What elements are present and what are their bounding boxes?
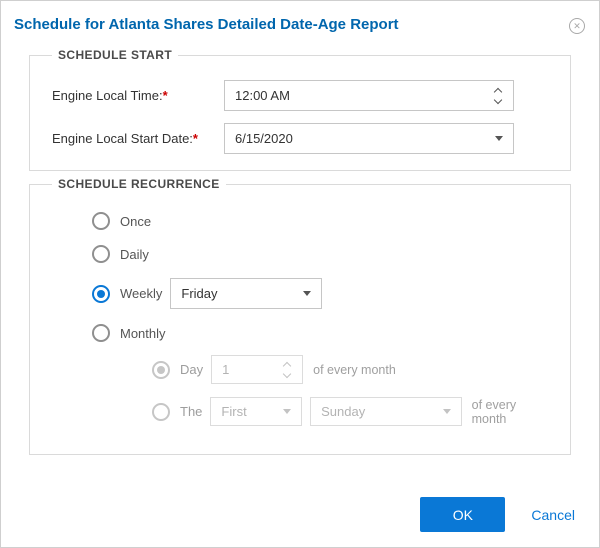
weekly-radio[interactable]	[92, 284, 110, 303]
cancel-link[interactable]: Cancel	[531, 507, 575, 523]
monthly-the-option: The First Sunday of every month	[152, 397, 554, 426]
engine-local-time-row: Engine Local Time:* 12:00 AM	[52, 80, 554, 111]
stepper-up-icon[interactable]	[493, 87, 503, 96]
monthly-day-suffix: of every month	[313, 362, 396, 377]
engine-local-start-date-dropdown[interactable]: 6/15/2020	[224, 123, 514, 154]
chevron-down-icon	[495, 136, 503, 141]
stepper-up-icon	[282, 361, 292, 370]
radio-dot	[157, 408, 165, 416]
monthly-day-option: Day 1 of every month	[152, 355, 554, 384]
monthly-day-radio[interactable]	[152, 360, 170, 379]
ok-button[interactable]: OK	[420, 497, 506, 532]
engine-local-time-value: 12:00 AM	[235, 88, 290, 103]
once-radio[interactable]	[92, 212, 110, 230]
dialog-footer: OK Cancel	[420, 497, 575, 532]
schedule-dialog: Schedule for Atlanta Shares Detailed Dat…	[0, 0, 600, 548]
schedule-recurrence-section: SCHEDULE RECURRENCE Once Daily Weekly Fr…	[29, 177, 571, 455]
radio-dot	[97, 289, 105, 298]
weekly-day-dropdown[interactable]: Friday	[170, 278, 323, 309]
daily-label: Daily	[120, 246, 149, 262]
chevron-down-icon	[283, 409, 292, 414]
monthly-weekday-value: Sunday	[321, 404, 366, 419]
engine-local-start-date-row: Engine Local Start Date:* 6/15/2020	[52, 123, 554, 154]
engine-local-time-label: Engine Local Time:*	[52, 88, 224, 103]
radio-dot	[97, 250, 105, 258]
close-icon[interactable]: ✕	[569, 18, 585, 34]
engine-local-start-date-value: 6/15/2020	[235, 131, 293, 146]
radio-dot	[157, 365, 165, 374]
radio-dot	[97, 217, 105, 225]
stepper-down-icon	[282, 369, 292, 378]
required-asterisk: *	[192, 131, 198, 146]
radio-dot	[97, 329, 105, 337]
dialog-header: Schedule for Atlanta Shares Detailed Dat…	[1, 1, 599, 42]
dialog-title: Schedule for Atlanta Shares Detailed Dat…	[14, 16, 399, 33]
once-label: Once	[120, 213, 152, 229]
monthly-day-number-stepper[interactable]: 1	[211, 355, 304, 384]
monthly-day-label: Day	[180, 362, 204, 377]
monthly-the-radio[interactable]	[152, 402, 170, 421]
weekly-day-value: Friday	[181, 286, 218, 301]
recurrence-option-weekly[interactable]: Weekly Friday	[92, 278, 554, 309]
time-stepper-icon[interactable]	[493, 87, 503, 104]
engine-local-start-date-label: Engine Local Start Date:*	[52, 131, 224, 146]
monthly-the-label: The	[180, 404, 203, 419]
required-asterisk: *	[162, 88, 168, 103]
recurrence-option-once[interactable]: Once	[92, 212, 554, 230]
stepper-down-icon[interactable]	[493, 95, 503, 104]
engine-local-time-input[interactable]: 12:00 AM	[224, 80, 514, 111]
recurrence-option-daily[interactable]: Daily	[92, 245, 554, 263]
schedule-recurrence-legend: SCHEDULE RECURRENCE	[58, 177, 220, 191]
chevron-down-icon	[442, 409, 451, 414]
engine-local-start-date-label-text: Engine Local Start Date:	[52, 131, 193, 146]
weekly-label: Weekly	[120, 286, 163, 301]
daily-radio[interactable]	[92, 245, 110, 263]
schedule-start-legend: SCHEDULE START	[58, 48, 173, 62]
monthly-weekday-dropdown[interactable]: Sunday	[310, 397, 462, 426]
chevron-down-icon	[303, 291, 312, 296]
monthly-label: Monthly	[120, 325, 166, 341]
monthly-radio[interactable]	[92, 324, 110, 342]
stepper-icon	[282, 361, 292, 378]
monthly-day-number-value: 1	[222, 362, 230, 377]
monthly-ordinal-dropdown[interactable]: First	[210, 397, 303, 426]
engine-local-time-label-text: Engine Local Time:	[52, 88, 163, 103]
monthly-ordinal-value: First	[221, 404, 247, 419]
recurrence-option-monthly[interactable]: Monthly	[92, 324, 554, 342]
monthly-the-suffix: of every month	[471, 397, 517, 426]
schedule-start-section: SCHEDULE START Engine Local Time:* 12:00…	[29, 48, 571, 171]
